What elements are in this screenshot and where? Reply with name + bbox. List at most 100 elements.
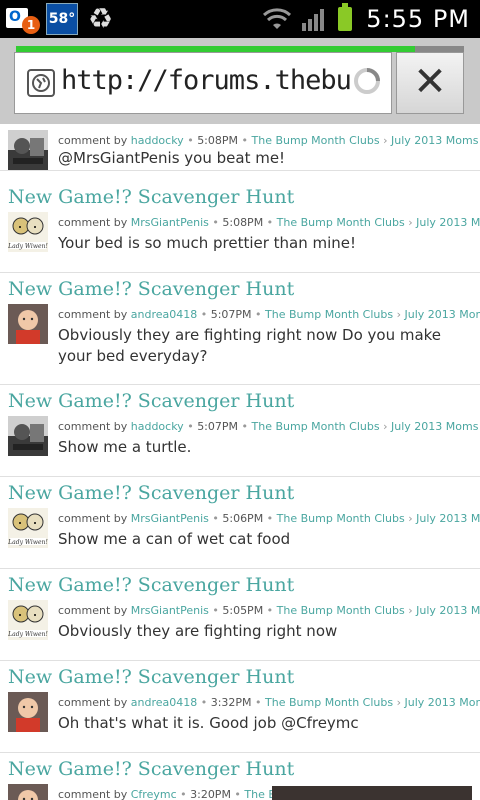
breadcrumb-arrow: › (393, 308, 405, 321)
forum-post[interactable]: New Game!? Scavenger Hunt Lady Wiwen! comm… (0, 476, 480, 569)
post-title-link[interactable]: New Game!? Scavenger Hunt (8, 390, 294, 412)
post-meta: comment by haddocky • 5:08PM • The Bump … (58, 134, 478, 147)
board-link[interactable]: July 2013 Moms (391, 134, 478, 147)
avatar[interactable]: Lady Wiwen! (8, 508, 48, 548)
post-meta: comment by haddocky • 5:07PM • The Bump … (58, 420, 478, 433)
svg-text:Lady Wiwen!: Lady Wiwen! (8, 631, 48, 638)
comment-by-label: comment by (58, 696, 131, 709)
url-bar[interactable]: http://forums.thebu… (14, 52, 392, 114)
post-title-link[interactable]: New Game!? Scavenger Hunt (8, 186, 294, 208)
forum-link[interactable]: The Bump Month Clubs (277, 604, 405, 617)
post-time: 3:32PM (210, 696, 252, 709)
forum-link[interactable]: The Bump Month Clubs (252, 420, 380, 433)
avatar[interactable]: Lady Wiwen! (8, 212, 48, 252)
forum-post-list: comment by haddocky • 5:08PM • The Bump … (0, 124, 480, 800)
forum-link[interactable]: The Bump Month Clubs (265, 696, 393, 709)
weather-temperature: 58° (46, 3, 78, 35)
comment-by-label: comment by (58, 512, 131, 525)
forum-link[interactable]: The Bump Month Clubs (277, 216, 405, 229)
comment-by-label: comment by (58, 134, 131, 147)
board-link[interactable]: July 2013 Moms (416, 512, 480, 525)
author-link[interactable]: haddocky (131, 420, 184, 433)
separator: • (208, 216, 223, 229)
post-body: Oh that's what it is. Good job @Cfreymc (58, 714, 359, 732)
post-meta: comment by MrsGiantPenis • 5:08PM • The … (58, 216, 480, 229)
avatar[interactable]: Lady Wiwen! (8, 600, 48, 640)
comment-by-label: comment by (58, 308, 131, 321)
globe-icon (27, 69, 55, 97)
separator: • (238, 134, 252, 147)
separator: • (197, 696, 211, 709)
author-link[interactable]: MrsGiantPenis (131, 604, 209, 617)
status-bar: 1 58° ♻ 5:55 PM (0, 0, 480, 38)
post-time: 5:06PM (222, 512, 264, 525)
separator: • (251, 696, 266, 709)
author-link[interactable]: MrsGiantPenis (131, 216, 209, 229)
avatar[interactable] (8, 692, 48, 732)
author-link[interactable]: MrsGiantPenis (131, 512, 209, 525)
forum-post[interactable]: New Game!? Scavenger Hunt comment by andr… (0, 660, 480, 753)
post-meta: comment by andrea0418 • 5:07PM • The Bum… (58, 308, 480, 321)
forum-post[interactable]: New Game!? Scavenger Hunt Lady Wiwen! comm… (0, 568, 480, 661)
post-meta: comment by Cfreymc • 3:20PM • The Bump (58, 788, 301, 800)
post-body: Show me a can of wet cat food (58, 530, 291, 548)
stop-loading-button[interactable]: ✕ (396, 52, 464, 114)
board-link[interactable]: July 2013 Moms (391, 420, 478, 433)
forum-post[interactable]: New Game!? Scavenger Hunt comment by hadd… (0, 384, 480, 477)
breadcrumb-arrow: › (379, 420, 391, 433)
post-body: Your bed is so much prettier than mine! (58, 234, 357, 252)
post-title-link[interactable]: New Game!? Scavenger Hunt (8, 666, 294, 688)
separator: • (183, 420, 198, 433)
wifi-icon (262, 7, 292, 31)
breadcrumb-arrow: › (404, 216, 417, 229)
post-time: 5:08PM (197, 134, 239, 147)
author-link[interactable]: haddocky (131, 134, 184, 147)
avatar[interactable] (8, 784, 48, 800)
separator: • (263, 216, 277, 229)
post-time: 5:05PM (222, 604, 264, 617)
comment-by-label: comment by (58, 604, 131, 617)
author-link[interactable]: Cfreymc (131, 788, 177, 800)
board-link[interactable]: July 2013 Moms (416, 216, 480, 229)
post-time: 5:08PM (222, 216, 264, 229)
separator: • (197, 308, 211, 321)
forum-link[interactable]: The Bump Month Clubs (277, 512, 405, 525)
forum-post[interactable]: New Game!? Scavenger Hunt comment by andr… (0, 272, 480, 385)
avatar[interactable] (8, 304, 48, 344)
post-body: Obviously they are fighting right now Do… (58, 326, 442, 365)
author-link[interactable]: andrea0418 (131, 308, 197, 321)
author-link[interactable]: andrea0418 (131, 696, 197, 709)
breadcrumb-arrow: › (404, 604, 417, 617)
comment-by-label: comment by (58, 788, 131, 800)
forum-link[interactable]: The Bump Month Clubs (252, 134, 380, 147)
post-title-link[interactable]: New Game!? Scavenger Hunt (8, 278, 294, 300)
post-meta: comment by andrea0418 • 3:32PM • The Bum… (58, 696, 480, 709)
loading-spinner-icon (353, 67, 381, 95)
separator: • (176, 788, 191, 800)
forum-link[interactable]: The Bump Month Clubs (265, 308, 393, 321)
board-link[interactable]: July 2013 Moms (405, 696, 480, 709)
notification-icon[interactable]: 1 (0, 0, 40, 38)
avatar[interactable] (8, 130, 48, 170)
forum-post[interactable]: comment by haddocky • 5:08PM • The Bump … (0, 124, 480, 171)
post-title-link[interactable]: New Game!? Scavenger Hunt (8, 758, 294, 780)
post-title-link[interactable]: New Game!? Scavenger Hunt (8, 482, 294, 504)
clock: 5:55 PM (366, 5, 470, 33)
separator: • (208, 512, 223, 525)
post-title-link[interactable]: New Game!? Scavenger Hunt (8, 574, 294, 596)
breadcrumb-arrow: › (404, 512, 417, 525)
post-image-thumbnail[interactable] (272, 786, 472, 800)
post-meta: comment by MrsGiantPenis • 5:05PM • The … (58, 604, 480, 617)
board-link[interactable]: July 2013 Moms (405, 308, 480, 321)
url-text[interactable]: http://forums.thebu… (61, 65, 351, 96)
post-body: Obviously they are fighting right now (58, 622, 338, 640)
post-body: @MrsGiantPenis you beat me! (58, 149, 286, 167)
comment-by-label: comment by (58, 420, 131, 433)
avatar[interactable] (8, 416, 48, 456)
forum-post[interactable]: New Game!? Scavenger Hunt Lady Wiwen! comm… (0, 180, 480, 273)
breadcrumb-arrow: › (379, 134, 391, 147)
svg-text:Lady Wiwen!: Lady Wiwen! (8, 539, 48, 546)
board-link[interactable]: July 2013 Moms (416, 604, 480, 617)
separator: • (238, 420, 252, 433)
post-time: 5:07PM (210, 308, 252, 321)
